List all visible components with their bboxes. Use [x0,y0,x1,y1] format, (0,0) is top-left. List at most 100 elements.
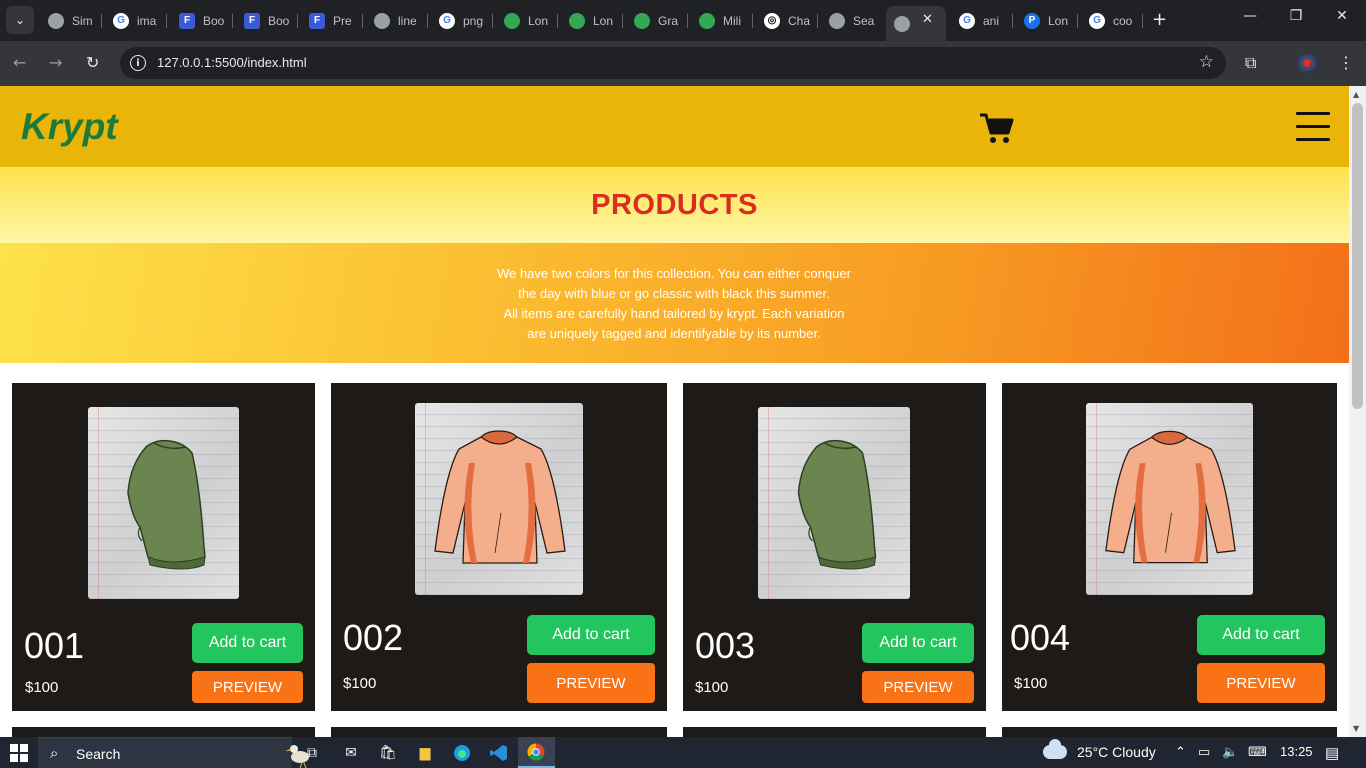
scrollbar-thumb[interactable] [1352,103,1363,409]
add-to-cart-button[interactable]: Add to cart [527,615,655,655]
browser-tab[interactable]: Gani [951,6,1013,35]
browser-tab[interactable]: line [366,6,428,35]
formspree-icon: F [179,12,195,29]
product-card-next-row [331,727,667,737]
browser-tab[interactable]: Gra [626,6,688,35]
browser-tab[interactable]: Sea [821,6,883,35]
chrome-taskbar-button[interactable] [518,737,555,768]
browser-tab[interactable]: ◎ Cha [756,6,818,35]
google-icon: G [1089,12,1105,29]
browser-tab[interactable]: P Lon [1016,6,1078,35]
search-label: Search [76,746,121,762]
keyboard-icon[interactable]: ⌨ [1248,744,1267,760]
section-title: PRODUCTS [591,188,758,221]
globe-icon [894,15,910,32]
add-to-cart-button[interactable]: Add to cart [1197,615,1325,655]
description-line: are uniquely tagged and identifyable by … [527,326,821,341]
tab-search-button[interactable]: ⌄ [6,6,34,34]
forward-arrow-icon[interactable]: → [49,53,62,72]
tab-title: Lon [593,13,614,28]
minimize-icon[interactable]: — [1227,8,1273,24]
tab-title: ani [983,13,1000,28]
preview-button[interactable]: PREVIEW [1197,663,1325,703]
green-leaf-icon [699,12,715,29]
preview-button[interactable]: PREVIEW [862,671,974,703]
browser-menu-icon[interactable]: ⋮ [1338,53,1354,72]
tab-title: Mili [723,13,741,28]
globe-icon [829,12,845,29]
notifications-icon[interactable]: ▤ [1325,744,1339,762]
scroll-down-icon[interactable]: ▼ [1353,724,1359,733]
browser-tab[interactable]: Gima [105,6,167,35]
weather-text: 25°C Cloudy [1077,744,1156,760]
shopping-cart-icon[interactable] [978,110,1014,146]
close-tab-icon[interactable]: ✕ [922,12,933,27]
products-title-band: PRODUCTS [0,167,1349,243]
windows-start-icon[interactable] [8,742,30,764]
edge-browser-icon[interactable] [451,742,473,764]
tab-title: coo [1113,13,1133,28]
add-to-cart-button[interactable]: Add to cart [192,623,303,663]
restore-icon[interactable]: ❐ [1273,8,1319,24]
product-price: $100 [1014,675,1048,692]
close-window-icon[interactable]: ✕ [1319,8,1365,24]
address-bar[interactable]: i 127.0.0.1:5500/index.html ☆ [120,47,1226,79]
browser-tab[interactable]: Gpng [431,6,493,35]
site-info-icon[interactable]: i [130,55,146,71]
extensions-icon[interactable]: ⧉ [1245,53,1256,73]
browser-tab[interactable]: F Boo [171,6,233,35]
description-line: All items are carefully hand tailored by… [503,306,845,321]
show-hidden-icons-icon[interactable]: ⌃ [1175,744,1186,760]
product-image-green-sweater[interactable] [758,407,910,599]
back-arrow-icon[interactable]: ← [13,53,26,72]
product-image-green-sweater[interactable] [88,407,239,599]
hamburger-menu-icon[interactable] [1296,112,1330,142]
tab-title: line [398,13,417,28]
peach-sweater-illustration [434,430,566,564]
product-card-next-row [1002,727,1337,737]
tab-title: Gra [658,13,679,28]
taskbar-search-box[interactable]: ⌕ Search [38,737,309,768]
browser-tab[interactable]: Lon [561,6,623,35]
weather-widget[interactable]: 25°C Cloudy [1043,739,1156,760]
browser-tab[interactable]: Sim [40,6,102,35]
google-icon: G [959,12,975,29]
browser-tab-active[interactable] [886,6,946,41]
scroll-up-icon[interactable]: ▲ [1353,90,1359,99]
clock-time[interactable]: 13:25 [1280,744,1313,759]
file-explorer-icon[interactable]: ▆ [414,742,436,764]
battery-icon[interactable]: ▭ [1198,744,1210,760]
brand-logo[interactable]: Krypt [21,106,118,148]
tab-title: Cha [788,13,811,28]
store-icon[interactable]: 🛍 [377,742,399,764]
browser-tab[interactable]: Lon [496,6,558,35]
product-number: 002 [343,617,404,658]
reload-icon[interactable]: ↻ [86,53,99,72]
product-card: 004 $100 Add to cart PREVIEW [1002,383,1337,711]
cloud-icon [1043,739,1067,759]
task-view-icon[interactable]: ⧉ [301,742,323,764]
volume-icon[interactable]: 🔈 [1222,744,1238,760]
vscode-icon[interactable] [488,742,510,764]
browser-tab[interactable]: Mili [691,6,753,35]
description-band: We have two colors for this collection. … [0,243,1349,363]
product-number: 004 [1010,617,1071,658]
product-number: 003 [695,625,756,666]
bookmark-star-icon[interactable]: ☆ [1199,52,1214,72]
add-to-cart-button[interactable]: Add to cart [862,623,974,663]
product-price: $100 [25,679,59,696]
green-leaf-icon [504,12,520,29]
preview-button[interactable]: PREVIEW [527,663,655,703]
product-image-peach-sweater[interactable] [1086,403,1253,595]
site-header: Krypt [0,86,1349,167]
browser-tab[interactable]: F Boo [236,6,298,35]
new-tab-icon[interactable]: + [1152,9,1167,30]
address-url[interactable]: 127.0.0.1:5500/index.html [157,55,307,70]
page-scrollbar[interactable]: ▲ ▼ [1349,86,1366,737]
browser-tab[interactable]: F Pre [301,6,363,35]
browser-tab[interactable]: Gcoo [1081,6,1143,35]
profile-avatar[interactable] [1297,53,1317,73]
product-image-peach-sweater[interactable] [415,403,583,595]
preview-button[interactable]: PREVIEW [192,671,303,703]
mail-icon[interactable]: ✉ [340,742,362,764]
